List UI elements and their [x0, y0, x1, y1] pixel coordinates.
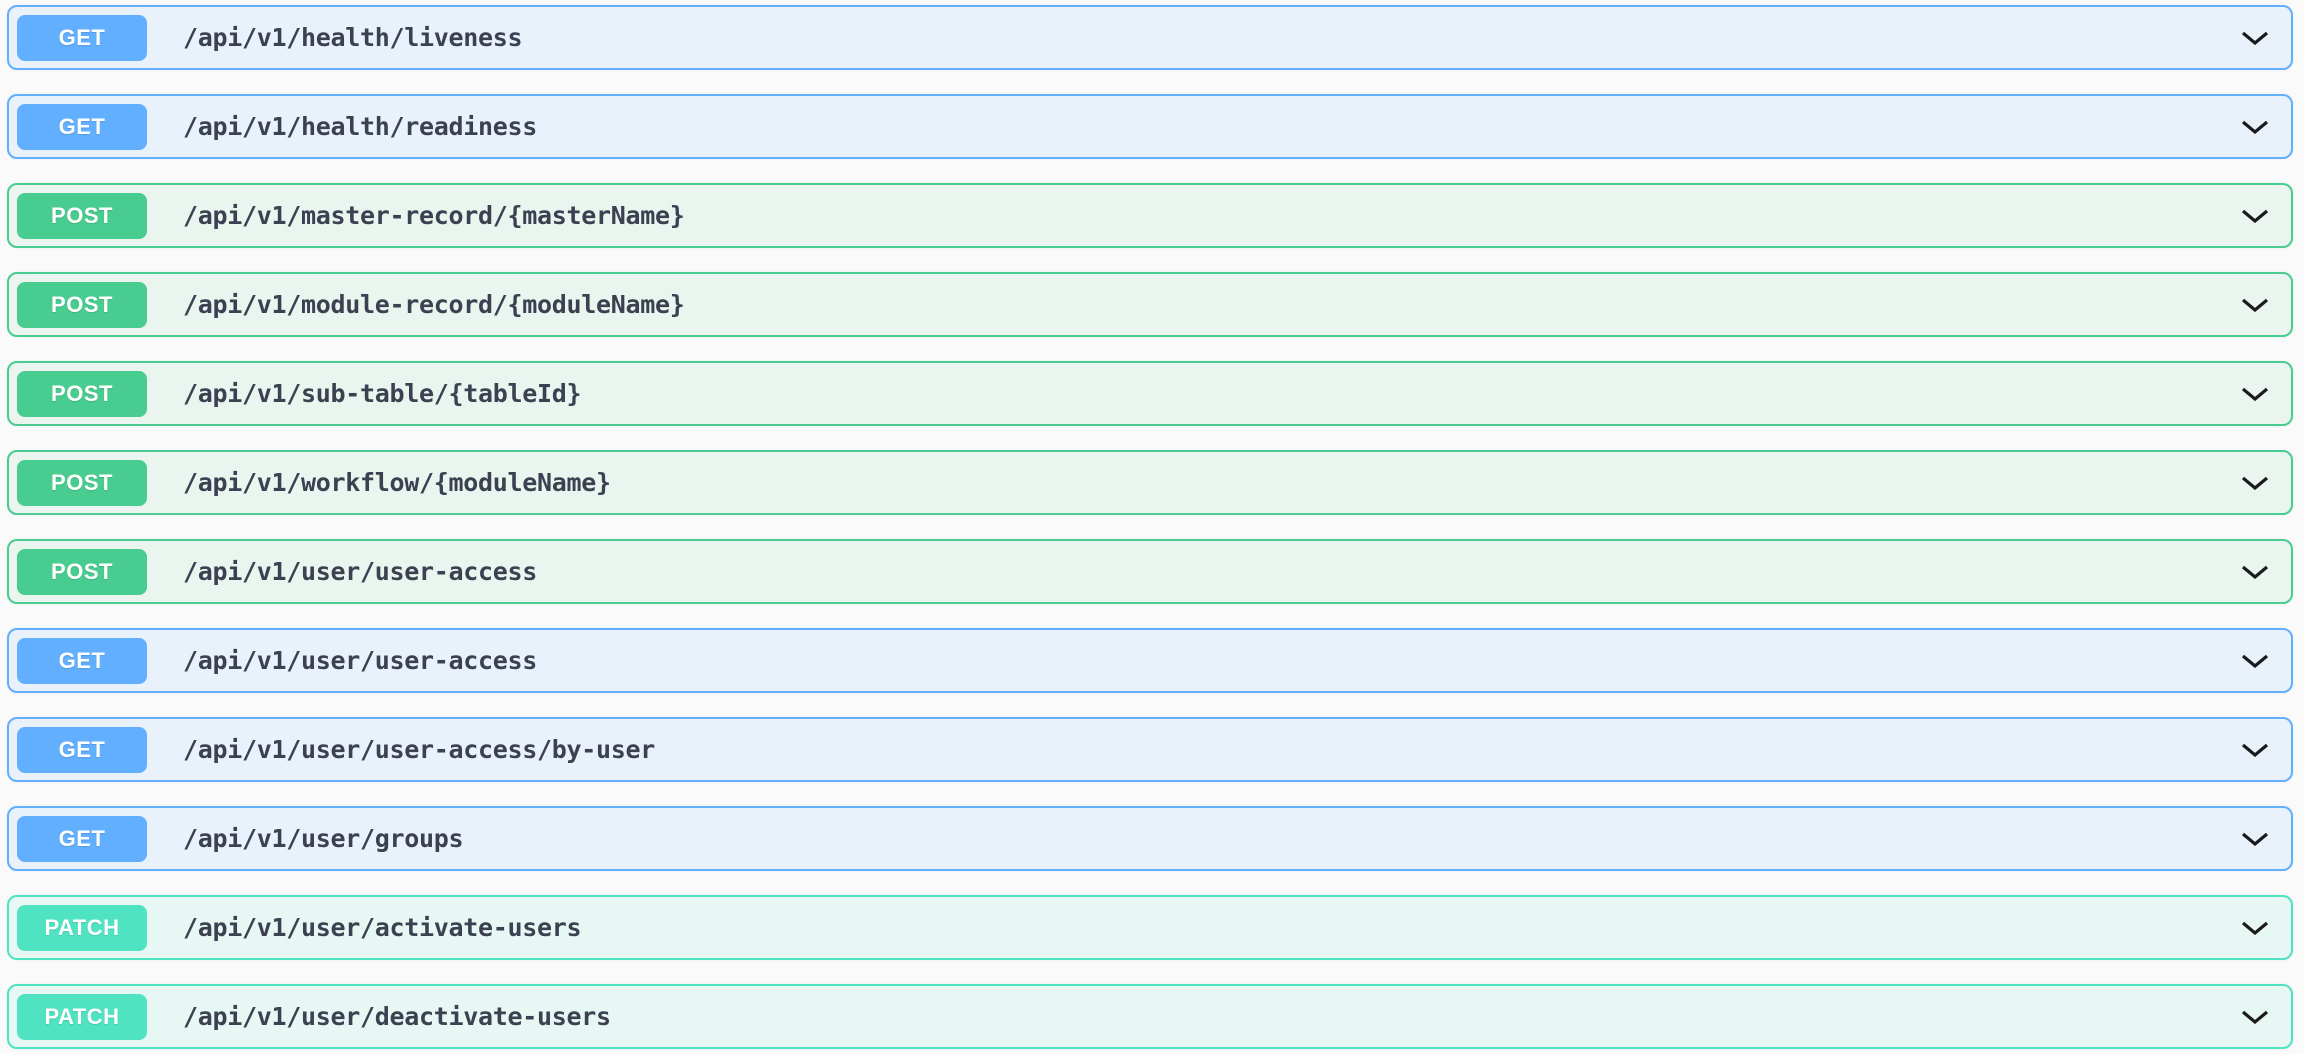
endpoint-row: GET /api/v1/health/readiness — [7, 94, 2293, 159]
chevron-down-icon[interactable] — [2241, 209, 2269, 223]
method-badge: POST — [17, 549, 147, 595]
chevron-down-icon[interactable] — [2241, 743, 2269, 757]
chevron-down-icon[interactable] — [2241, 476, 2269, 490]
method-badge: GET — [17, 15, 147, 61]
endpoint-row: PATCH /api/v1/user/deactivate-users — [7, 984, 2293, 1049]
endpoint-row: POST /api/v1/sub-table/{tableId} — [7, 361, 2293, 426]
endpoint-summary[interactable]: POST /api/v1/sub-table/{tableId} — [9, 363, 2291, 424]
chevron-down-icon[interactable] — [2241, 298, 2269, 312]
endpoint-row: POST /api/v1/master-record/{masterName} — [7, 183, 2293, 248]
endpoint-summary[interactable]: POST /api/v1/module-record/{moduleName} — [9, 274, 2291, 335]
endpoint-path: /api/v1/user/groups — [183, 824, 463, 853]
chevron-down-icon[interactable] — [2241, 120, 2269, 134]
chevron-down-icon[interactable] — [2241, 31, 2269, 45]
endpoint-summary[interactable]: GET /api/v1/health/liveness — [9, 7, 2291, 68]
endpoint-summary[interactable]: PATCH /api/v1/user/deactivate-users — [9, 986, 2291, 1047]
endpoint-path: /api/v1/sub-table/{tableId} — [183, 379, 581, 408]
api-endpoint-list: GET /api/v1/health/liveness GET /api/v1/… — [0, 0, 2304, 1054]
endpoint-row: GET /api/v1/user/user-access/by-user — [7, 717, 2293, 782]
endpoint-summary[interactable]: GET /api/v1/health/readiness — [9, 96, 2291, 157]
endpoint-path: /api/v1/user/deactivate-users — [183, 1002, 611, 1031]
endpoint-row: GET /api/v1/user/user-access — [7, 628, 2293, 693]
method-badge: GET — [17, 816, 147, 862]
endpoint-summary[interactable]: POST /api/v1/user/user-access — [9, 541, 2291, 602]
endpoint-path: /api/v1/module-record/{moduleName} — [183, 290, 685, 319]
endpoint-path: /api/v1/health/readiness — [183, 112, 537, 141]
endpoint-row: GET /api/v1/health/liveness — [7, 5, 2293, 70]
endpoint-path: /api/v1/user/activate-users — [183, 913, 581, 942]
method-badge: GET — [17, 638, 147, 684]
method-badge: POST — [17, 193, 147, 239]
endpoint-summary[interactable]: GET /api/v1/user/groups — [9, 808, 2291, 869]
endpoint-path: /api/v1/master-record/{masterName} — [183, 201, 685, 230]
endpoint-summary[interactable]: GET /api/v1/user/user-access — [9, 630, 2291, 691]
method-badge: POST — [17, 282, 147, 328]
chevron-down-icon[interactable] — [2241, 1010, 2269, 1024]
chevron-down-icon[interactable] — [2241, 654, 2269, 668]
endpoint-row: PATCH /api/v1/user/activate-users — [7, 895, 2293, 960]
endpoint-path: /api/v1/user/user-access — [183, 646, 537, 675]
endpoint-summary[interactable]: GET /api/v1/user/user-access/by-user — [9, 719, 2291, 780]
endpoint-row: POST /api/v1/module-record/{moduleName} — [7, 272, 2293, 337]
endpoint-path: /api/v1/user/user-access — [183, 557, 537, 586]
endpoint-summary[interactable]: POST /api/v1/master-record/{masterName} — [9, 185, 2291, 246]
chevron-down-icon[interactable] — [2241, 832, 2269, 846]
chevron-down-icon[interactable] — [2241, 565, 2269, 579]
method-badge: POST — [17, 371, 147, 417]
method-badge: PATCH — [17, 905, 147, 951]
method-badge: POST — [17, 460, 147, 506]
endpoint-summary[interactable]: PATCH /api/v1/user/activate-users — [9, 897, 2291, 958]
method-badge: PATCH — [17, 994, 147, 1040]
endpoint-summary[interactable]: POST /api/v1/workflow/{moduleName} — [9, 452, 2291, 513]
chevron-down-icon[interactable] — [2241, 387, 2269, 401]
endpoint-path: /api/v1/health/liveness — [183, 23, 522, 52]
chevron-down-icon[interactable] — [2241, 921, 2269, 935]
endpoint-row: GET /api/v1/user/groups — [7, 806, 2293, 871]
endpoint-path: /api/v1/user/user-access/by-user — [183, 735, 655, 764]
endpoint-row: POST /api/v1/user/user-access — [7, 539, 2293, 604]
method-badge: GET — [17, 727, 147, 773]
method-badge: GET — [17, 104, 147, 150]
endpoint-path: /api/v1/workflow/{moduleName} — [183, 468, 611, 497]
endpoint-row: POST /api/v1/workflow/{moduleName} — [7, 450, 2293, 515]
